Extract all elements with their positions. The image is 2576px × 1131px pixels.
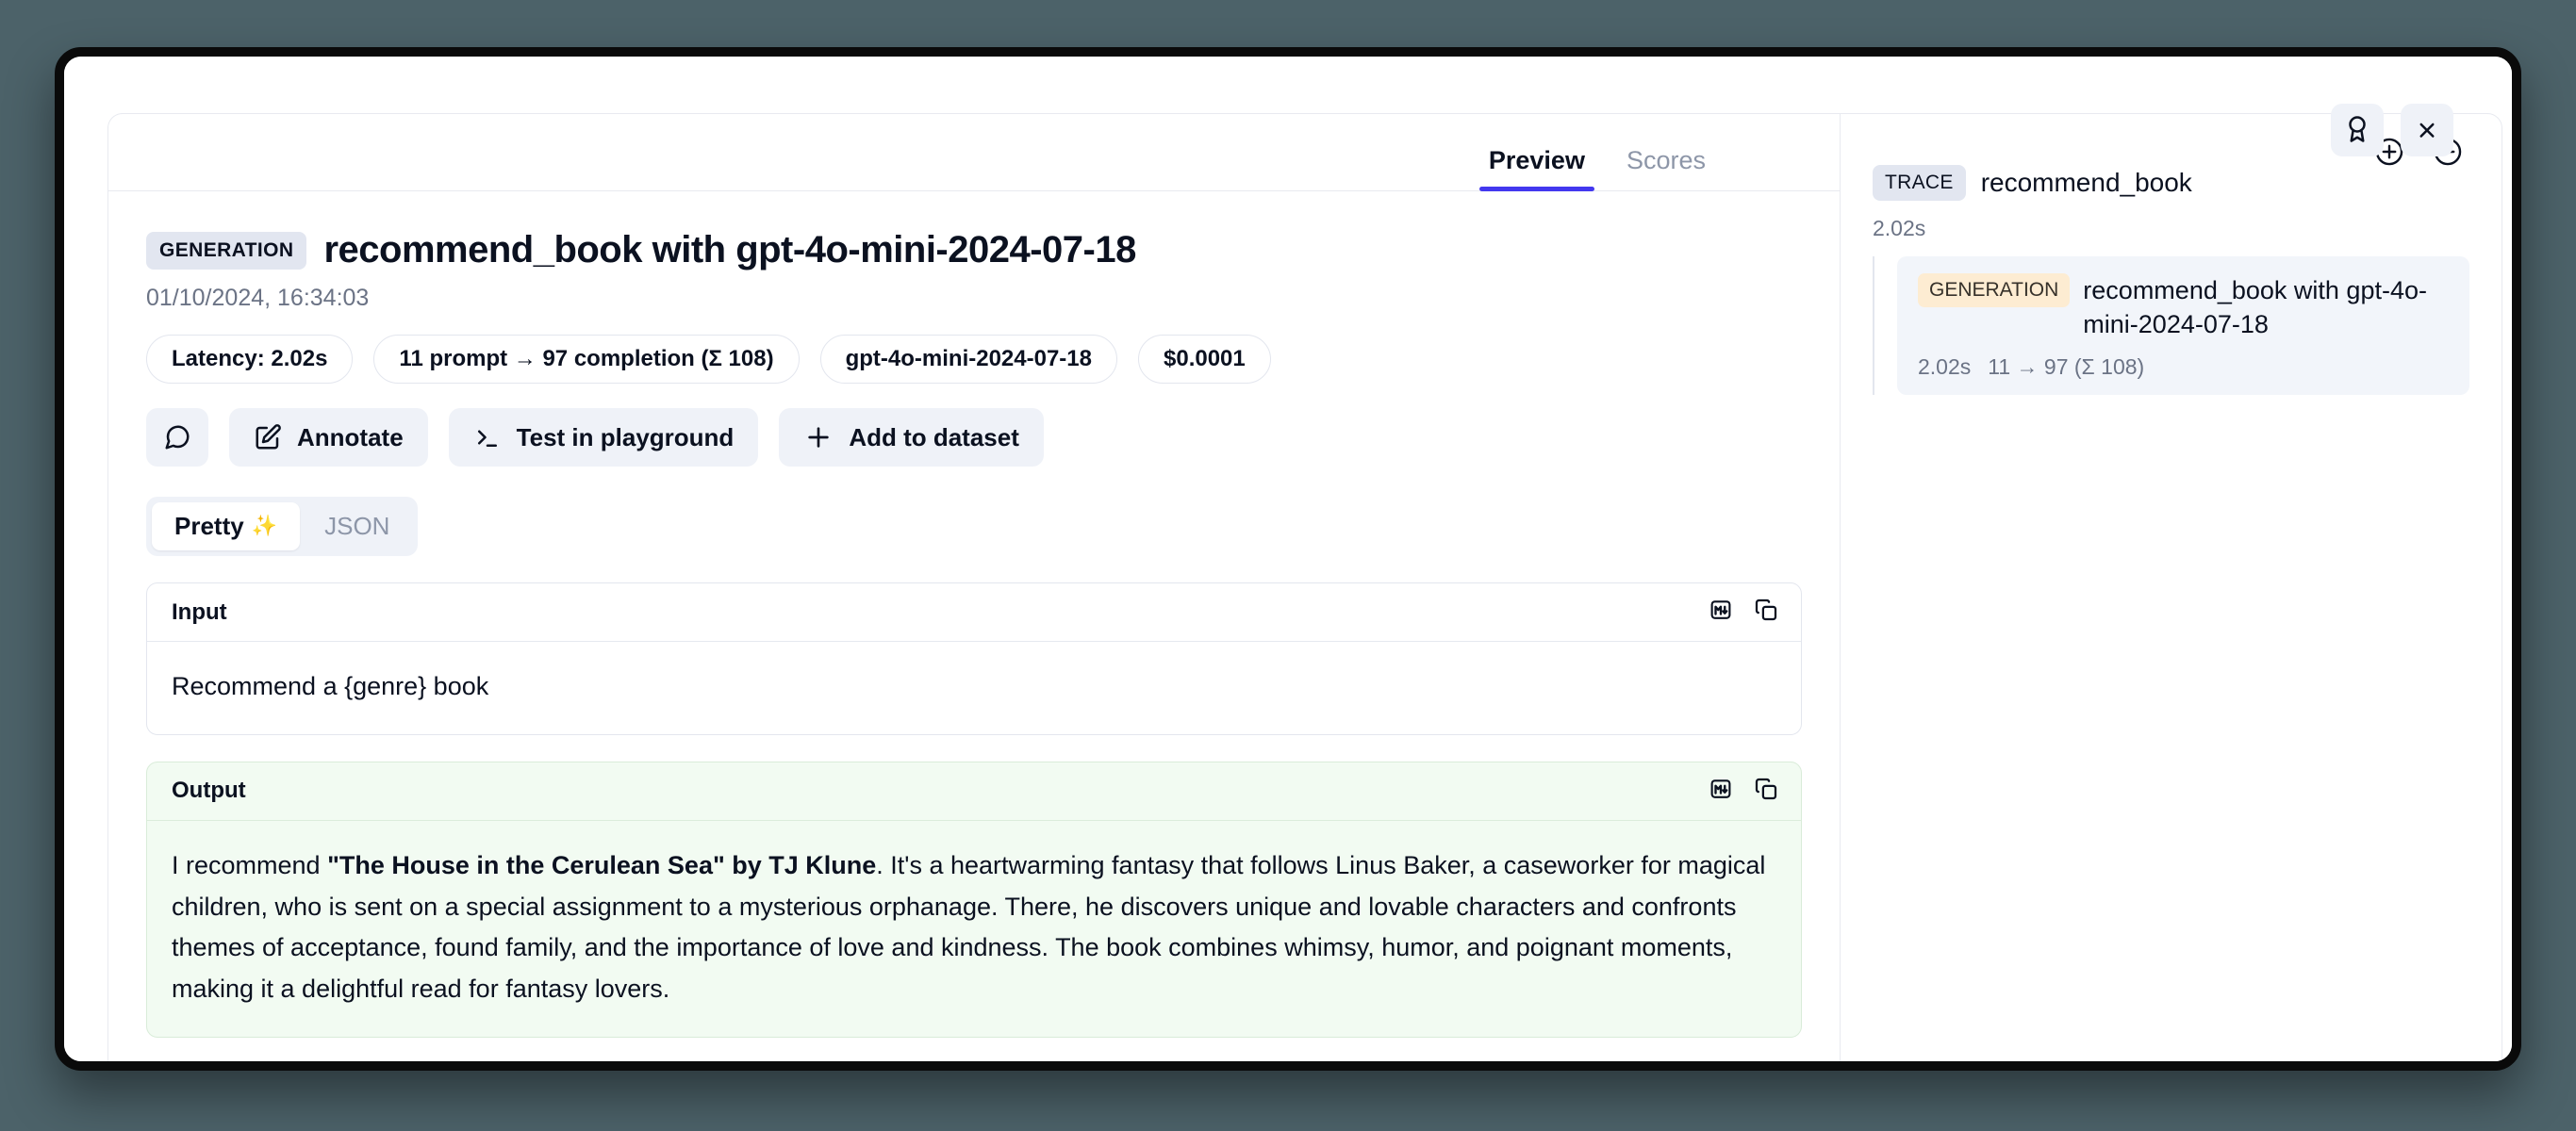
output-panel-body: I recommend "The House in the Cerulean S… xyxy=(147,821,1801,1037)
output-panel-tools xyxy=(1707,775,1780,808)
window-inner: Preview Scores GENERATION recommend_book… xyxy=(64,57,2512,1061)
trace-node-tokens: 11 → 97 (Σ 108) xyxy=(1988,354,2144,380)
markdown-icon[interactable] xyxy=(1707,775,1735,808)
output-book-title: "The House in the Cerulean Sea" by TJ Kl… xyxy=(327,851,876,879)
input-panel-header: Input xyxy=(147,583,1801,642)
copy-icon[interactable] xyxy=(1752,775,1780,808)
tab-preview-label: Preview xyxy=(1489,146,1585,174)
comment-icon xyxy=(163,423,191,451)
window-actions xyxy=(2331,104,2453,156)
format-json-label: JSON xyxy=(324,512,389,541)
trace-name: recommend_book xyxy=(1981,168,2192,198)
output-panel-header: Output xyxy=(147,762,1801,821)
input-panel-tools xyxy=(1707,596,1780,629)
trace-node-title: recommend_book with gpt-4o-mini-2024-07-… xyxy=(2083,273,2449,341)
annotate-button-label: Annotate xyxy=(297,423,404,452)
observation-type-badge: GENERATION xyxy=(146,232,306,270)
tab-preview[interactable]: Preview xyxy=(1468,148,1606,190)
plus-icon xyxy=(803,422,834,452)
test-in-playground-button[interactable]: Test in playground xyxy=(449,408,759,467)
tab-scores-label: Scores xyxy=(1627,146,1706,174)
trace-node-generation[interactable]: GENERATION recommend_book with gpt-4o-mi… xyxy=(1897,256,2469,395)
tab-strip: Preview Scores xyxy=(108,114,1840,191)
timestamp: 01/10/2024, 16:34:03 xyxy=(146,285,1802,312)
format-json-tab[interactable]: JSON xyxy=(302,502,412,550)
output-panel: Output xyxy=(146,762,1802,1038)
award-icon xyxy=(2343,115,2371,146)
detail-column: Preview Scores GENERATION recommend_book… xyxy=(108,114,1841,1061)
output-panel-title: Output xyxy=(172,778,246,804)
model-pill: gpt-4o-mini-2024-07-18 xyxy=(820,335,1117,384)
format-pretty-tab[interactable]: Pretty ✨ xyxy=(152,502,300,550)
detail-body: GENERATION recommend_book with gpt-4o-mi… xyxy=(108,191,1840,1061)
app-window: Preview Scores GENERATION recommend_book… xyxy=(55,47,2521,1071)
input-panel-body: Recommend a {genre} book xyxy=(147,642,1801,734)
collapse-icon xyxy=(2413,115,2441,146)
award-button[interactable] xyxy=(2331,104,2384,156)
latency-pill: Latency: 2.02s xyxy=(146,335,353,384)
markdown-icon[interactable] xyxy=(1707,596,1735,629)
format-switch: Pretty ✨ JSON xyxy=(146,497,418,556)
copy-icon[interactable] xyxy=(1752,596,1780,629)
add-to-dataset-button[interactable]: Add to dataset xyxy=(779,408,1044,467)
cost-pill: $0.0001 xyxy=(1138,335,1271,384)
trace-column: TRACE recommend_book 2.02s GENERATION re… xyxy=(1841,114,2502,1061)
format-pretty-label: Pretty xyxy=(174,512,244,541)
trace-node-meta: 2.02s 11 → 97 (Σ 108) xyxy=(1918,354,2449,380)
trace-node-type-badge: GENERATION xyxy=(1918,273,2070,307)
output-lead-text: I recommend xyxy=(172,851,327,879)
collapse-button[interactable] xyxy=(2401,104,2453,156)
annotate-button[interactable]: Annotate xyxy=(229,408,428,467)
input-panel: Input xyxy=(146,582,1802,735)
add-to-dataset-label: Add to dataset xyxy=(849,423,1019,452)
action-row: Annotate Test in playground xyxy=(146,408,1802,467)
trace-tree: GENERATION recommend_book with gpt-4o-mi… xyxy=(1873,256,2469,395)
comment-button[interactable] xyxy=(146,408,208,467)
trace-duration: 2.02s xyxy=(1873,216,2469,241)
trace-badge: TRACE xyxy=(1873,165,1966,201)
metric-pills: Latency: 2.02s 11 prompt → 97 completion… xyxy=(146,335,1802,384)
title-row: GENERATION recommend_book with gpt-4o-mi… xyxy=(146,212,1802,271)
test-in-playground-label: Test in playground xyxy=(517,423,735,452)
terminal-icon xyxy=(473,423,502,451)
trace-node-duration: 2.02s xyxy=(1918,354,1971,380)
observation-card: Preview Scores GENERATION recommend_book… xyxy=(107,113,2502,1061)
input-panel-title: Input xyxy=(172,599,227,626)
sparkles-icon: ✨ xyxy=(252,514,277,538)
trace-node-head: GENERATION recommend_book with gpt-4o-mi… xyxy=(1918,273,2449,341)
edit-square-icon xyxy=(254,423,282,451)
tokens-pill: 11 prompt → 97 completion (Σ 108) xyxy=(373,335,799,384)
page-title: recommend_book with gpt-4o-mini-2024-07-… xyxy=(323,229,1135,271)
tab-scores[interactable]: Scores xyxy=(1606,148,1726,190)
